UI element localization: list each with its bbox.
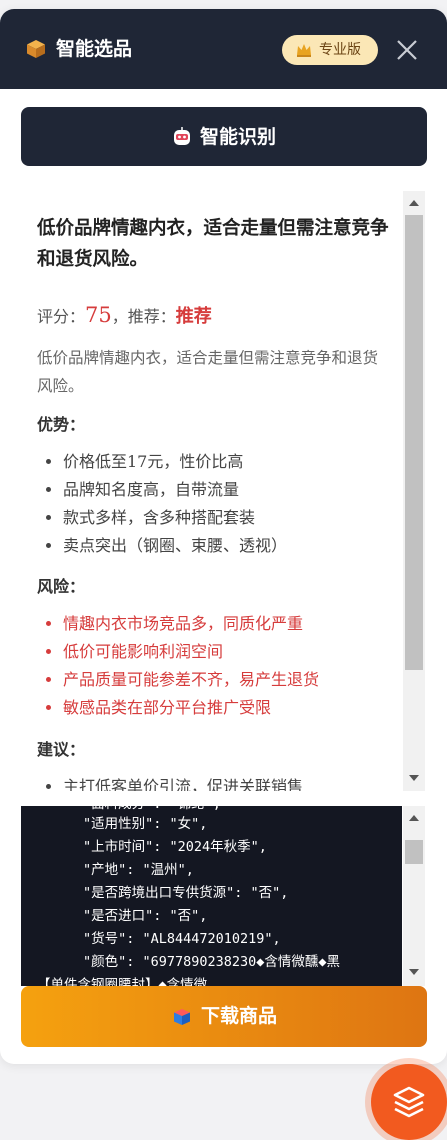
code-line: "是否进口": "否", — [83, 908, 208, 924]
pro-badge-label: 专业版 — [319, 42, 361, 58]
scroll-down-icon[interactable] — [409, 775, 419, 781]
smart-identify-button[interactable]: 智能识别 — [21, 107, 427, 166]
list-item: 敏感品类在部分平台推广受限 — [63, 694, 319, 722]
code-line: "上市时间": "2024年秋季", — [83, 839, 267, 855]
score-value: 75 — [85, 303, 112, 327]
download-box-icon — [174, 1009, 190, 1025]
raw-data-panel: "面料成分": "锦纶", "适用性别": "女", "上市时间": "2024… — [21, 806, 402, 986]
layers-icon — [393, 1086, 425, 1118]
panel-header: 智能选品 专业版 — [0, 9, 447, 89]
analysis-scrollbar[interactable] — [403, 191, 425, 791]
list-item: 卖点突出（钢圈、束腰、透视） — [63, 532, 287, 560]
code-line: "货号": "AL844472010219", — [83, 931, 281, 947]
analysis-headline: 低价品牌情趣内衣，适合走量但需注意竞争和退货风险。 — [37, 218, 389, 270]
list-item: 主打低客单价引流，促进关联销售 — [63, 773, 303, 791]
code-line: "是否跨境出口专供货源": "否", — [83, 885, 289, 901]
list-item: 产品质量可能参差不齐，易产生退货 — [63, 666, 319, 694]
code-line-partial: "面料成分": "锦纶", — [83, 806, 221, 814]
analysis-content: 低价品牌情趣内衣，适合走量但需注意竞争和退货风险。 评分：75，推荐：推荐 低价… — [21, 191, 403, 791]
scrollbar-thumb[interactable] — [405, 840, 423, 864]
robot-icon — [174, 127, 190, 145]
suggestions-title: 建议： — [37, 740, 86, 759]
advantages-title: 优势： — [37, 415, 86, 434]
code-line-partial: 【单件含钢圈腰封】◆含情微 — [37, 977, 208, 986]
risks-list: 情趣内衣市场竞品多，同质化严重 低价可能影响利润空间 产品质量可能参差不齐，易产… — [37, 610, 319, 722]
download-product-label: 下载商品 — [201, 1005, 278, 1027]
list-item: 价格低至17元，性价比高 — [63, 448, 287, 476]
score-line: 评分：75，推荐：推荐 — [37, 304, 212, 328]
analysis-summary: 低价品牌情趣内衣，适合走量但需注意竞争和退货风险。 — [37, 349, 379, 395]
score-label: 评分： — [37, 307, 86, 326]
pro-badge[interactable]: 专业版 — [282, 35, 378, 65]
box-icon — [27, 40, 45, 58]
code-line: "适用性别": "女", — [83, 816, 208, 832]
crown-icon — [297, 44, 311, 57]
code-line: "颜色": "6977890238230◆含情微醺◆黑 — [83, 954, 341, 970]
smart-selection-panel: 智能选品 专业版 智能识别 低价品牌情趣内衣，适合走量但需注意竞争和退货风险。 … — [0, 9, 447, 1064]
code-line: "产地": "温州", — [83, 862, 194, 878]
raw-data-scrollbar[interactable] — [403, 806, 425, 986]
recommend-label: ，推荐： — [111, 307, 176, 326]
scroll-up-icon[interactable] — [409, 200, 419, 206]
scroll-up-icon[interactable] — [409, 815, 419, 821]
suggestions-list: 主打低客单价引流，促进关联销售 — [37, 773, 303, 791]
list-item: 款式多样，含多种搭配套装 — [63, 504, 287, 532]
list-item: 品牌知名度高，自带流量 — [63, 476, 287, 504]
list-item: 低价可能影响利润空间 — [63, 638, 319, 666]
recommend-value: 推荐 — [175, 306, 212, 327]
advantages-list: 价格低至17元，性价比高 品牌知名度高，自带流量 款式多样，含多种搭配套装 卖点… — [37, 448, 287, 560]
risks-title: 风险： — [37, 577, 86, 596]
floating-action-button[interactable] — [371, 1064, 447, 1140]
scroll-down-icon[interactable] — [409, 969, 419, 975]
scrollbar-thumb[interactable] — [405, 215, 423, 670]
list-item: 情趣内衣市场竞品多，同质化严重 — [63, 610, 319, 638]
panel-title: 智能选品 — [56, 38, 133, 60]
download-product-button[interactable]: 下载商品 — [21, 986, 427, 1047]
close-icon[interactable] — [393, 36, 421, 64]
smart-identify-label: 智能识别 — [200, 126, 277, 148]
